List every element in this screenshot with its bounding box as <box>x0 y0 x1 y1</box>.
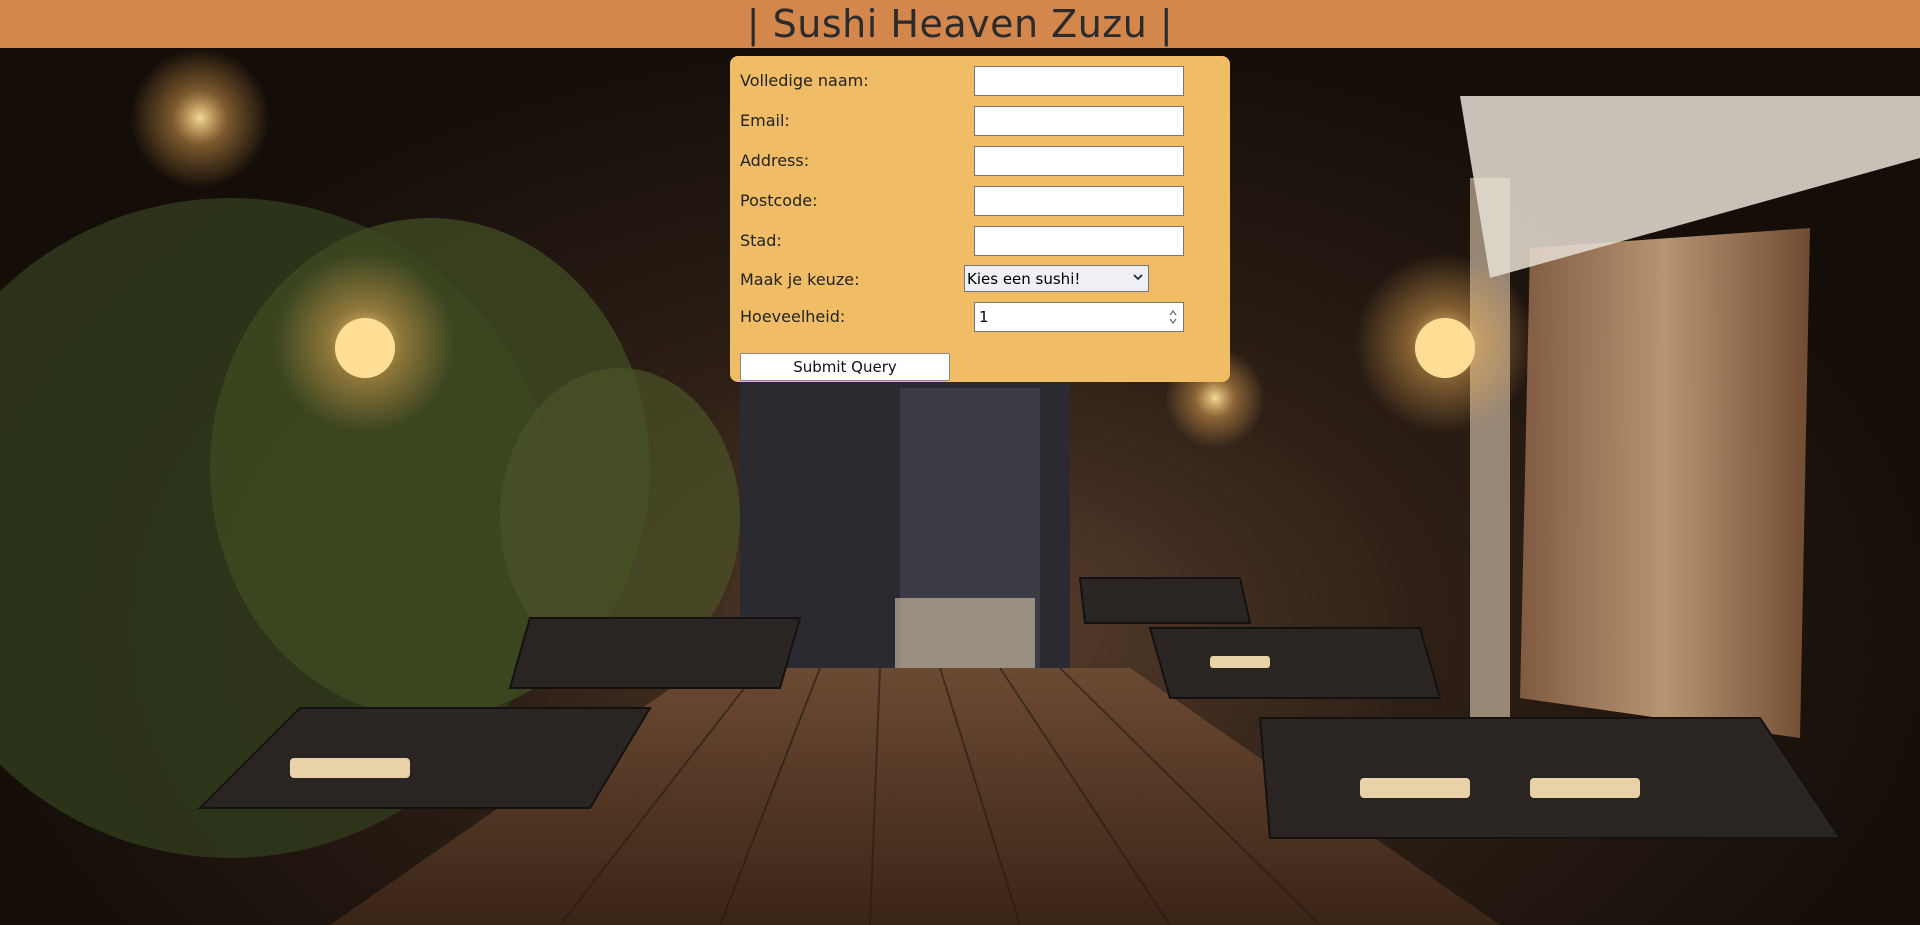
submit-button[interactable]: Submit Query <box>740 353 950 381</box>
field-row-city: Stad: <box>740 226 1220 256</box>
quantity-input[interactable] <box>974 302 1184 332</box>
field-row-address: Address: <box>740 146 1220 176</box>
address-input[interactable] <box>974 146 1184 176</box>
quantity-stepper[interactable] <box>974 302 1184 332</box>
city-label: Stad: <box>740 231 782 250</box>
postcode-input[interactable] <box>974 186 1184 216</box>
full-name-label: Volledige naam: <box>740 71 869 90</box>
choice-label: Maak je keuze: <box>740 270 860 289</box>
field-row-quantity: Hoeveelheid: <box>740 302 1220 332</box>
city-input[interactable] <box>974 226 1184 256</box>
site-title: | Sushi Heaven Zuzu | <box>746 2 1174 46</box>
field-row-postcode: Postcode: <box>740 186 1220 216</box>
postcode-label: Postcode: <box>740 191 818 210</box>
full-name-input[interactable] <box>974 66 1184 96</box>
email-label: Email: <box>740 111 790 130</box>
email-input[interactable] <box>974 106 1184 136</box>
address-label: Address: <box>740 151 810 170</box>
page-header: | Sushi Heaven Zuzu | <box>0 0 1920 48</box>
field-row-name: Volledige naam: <box>740 66 1220 96</box>
field-row-choice: Maak je keuze: Kies een sushi! <box>740 265 1220 295</box>
order-form: Volledige naam: Email: Address: Postcode… <box>730 56 1230 382</box>
field-row-email: Email: <box>740 106 1220 136</box>
sushi-select[interactable]: Kies een sushi! <box>964 265 1149 292</box>
quantity-label: Hoeveelheid: <box>740 307 846 326</box>
spinner-arrows-icon[interactable] <box>1168 308 1178 326</box>
